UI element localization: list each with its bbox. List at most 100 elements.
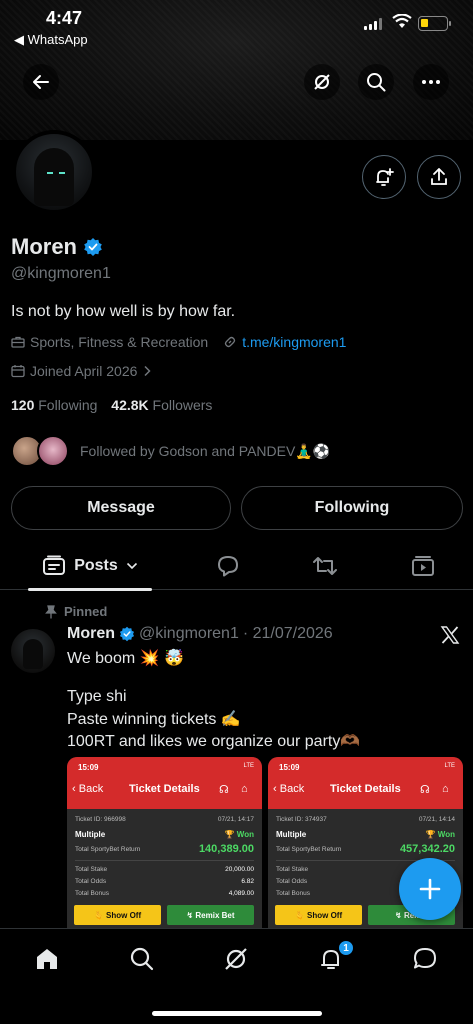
home-indicator (152, 1011, 322, 1016)
ticket-return-value: 140,389.00 (198, 843, 254, 855)
calendar-icon (11, 365, 25, 378)
back-button[interactable] (23, 64, 59, 100)
chevron-down-icon (126, 562, 137, 570)
ticket-time: 15:09 (279, 763, 300, 772)
tab-posts[interactable]: Posts (28, 542, 152, 591)
ticket-remix-button: ↯ Remix Bet (167, 905, 254, 925)
profile-handle: @kingmoren1 (11, 265, 111, 282)
x-logo-icon[interactable] (440, 625, 460, 645)
profile-meta-row: Sports, Fitness & Recreation t.me/kingmo… (11, 334, 346, 350)
ticket-title: Ticket Details (330, 783, 401, 795)
compose-post-button[interactable] (399, 858, 461, 920)
headset-icon: ☊ (219, 784, 229, 796)
follower-avatar (37, 435, 69, 467)
tab-replies[interactable] (206, 542, 250, 590)
ticket-back: ‹ Back (273, 783, 305, 795)
home-icon (37, 949, 57, 969)
ticket-type: Multiple (276, 830, 307, 839)
signal-icon (364, 18, 382, 30)
ticket-network-status: LTE (243, 763, 254, 769)
verified-badge-icon[interactable] (83, 237, 103, 257)
media-icon (412, 556, 434, 576)
profile-bio: Is not by how well is by how far. (11, 303, 236, 320)
post-author-avatar[interactable] (11, 629, 55, 673)
ticket-bonus-label: Total Bonus (276, 890, 310, 897)
profile-joined: Joined April 2026 (30, 363, 138, 379)
ticket-bonus-value: 4,089.00 (228, 890, 254, 897)
bell-plus-icon (376, 168, 394, 186)
home-icon: ⌂ (442, 783, 449, 795)
post-text-line: 100RT and likes we organize our party🫶🏾 (67, 733, 361, 750)
ticket-return-label: Total SportyBet Return (276, 845, 342, 853)
active-tab-indicator (28, 588, 152, 591)
nav-search[interactable] (122, 943, 162, 975)
ticket-odds-value: 6.82 (241, 878, 254, 885)
ticket-title: Ticket Details (129, 783, 200, 795)
search-button[interactable] (358, 64, 394, 100)
more-horizontal-icon (422, 80, 440, 84)
wifi-icon (392, 14, 412, 28)
back-to-whatsapp-link[interactable]: ◀ WhatsApp (14, 32, 88, 48)
post-author-name[interactable]: Moren (67, 625, 115, 643)
profile-avatar[interactable] (12, 130, 96, 214)
ticket-odds-label: Total Odds (276, 878, 308, 885)
post-text-line: Paste winning tickets ✍️ (67, 711, 241, 728)
ticket-result: 🏆 Won (425, 830, 455, 839)
search-icon (367, 73, 386, 92)
ticket-result: 🏆 Won (224, 830, 254, 839)
more-options-button[interactable] (413, 64, 449, 100)
repost-icon (313, 557, 337, 575)
tab-reposts[interactable] (303, 542, 347, 590)
notification-badge: 1 (337, 939, 355, 957)
following-button[interactable]: Following (241, 486, 463, 530)
profile-tabs: Posts (0, 542, 473, 591)
ticket-image[interactable]: 15:09 LTE ‹ Back Ticket Details ☊ ⌂ Tick… (67, 757, 262, 928)
home-icon: ⌂ (241, 783, 248, 795)
share-button[interactable] (417, 155, 461, 199)
grok-icon (314, 74, 330, 90)
followers-stat[interactable]: 42.8K Followers (111, 397, 212, 413)
ticket-time: 15:09 (78, 763, 99, 772)
pinned-indicator: Pinned (45, 604, 107, 619)
tab-media[interactable] (401, 542, 445, 590)
ticket-bonus-label: Total Bonus (75, 890, 109, 897)
ticket-stake-value: 20,000.00 (225, 866, 254, 873)
nav-messages[interactable] (405, 943, 445, 975)
message-button[interactable]: Message (11, 486, 231, 530)
profile-name-text: Moren (11, 234, 77, 259)
nav-home[interactable] (27, 943, 67, 975)
profile-category: Sports, Fitness & Recreation (30, 334, 209, 350)
profile-link[interactable]: t.me/kingmoren1 (242, 334, 346, 350)
follow-stats: 120 Following 42.8K Followers (11, 397, 212, 413)
chat-bubble-icon (414, 948, 436, 969)
bottom-navigation: 1 (0, 928, 473, 1024)
grok-icon (225, 948, 247, 970)
ticket-network-status: LTE (444, 763, 455, 769)
posts-icon (43, 555, 66, 575)
briefcase-icon (11, 336, 25, 348)
followed-by-row[interactable]: Followed by Godson and PANDEV🧘‍♂️⚽ (11, 434, 330, 468)
battery-icon (418, 16, 451, 31)
pin-icon (45, 604, 57, 618)
notifications-subscribe-button[interactable] (362, 155, 406, 199)
ticket-datetime: 07/21, 14:14 (418, 816, 455, 823)
grok-button[interactable] (304, 64, 340, 100)
verified-badge-icon (119, 626, 135, 642)
post-header: Moren @kingmoren1 · 21/07/2026 (67, 625, 333, 643)
ticket-return-label: Total SportyBet Return (75, 845, 141, 853)
post-text-line: Type shi (67, 688, 127, 705)
ticket-datetime: 07/21, 14:17 (217, 816, 254, 823)
plus-icon (419, 878, 441, 900)
share-icon (431, 168, 447, 185)
post-author-handle[interactable]: @kingmoren1 (139, 625, 239, 643)
profile-joined-row[interactable]: Joined April 2026 (11, 363, 152, 379)
pinned-label: Pinned (64, 604, 108, 619)
following-stat[interactable]: 120 Following (11, 397, 97, 413)
ticket-return-value: 457,342.20 (399, 843, 455, 855)
ticket-show-off-button: 🫰 Show Off (275, 905, 362, 925)
search-icon (130, 947, 154, 971)
nav-grok[interactable] (216, 943, 256, 975)
ticket-stake-label: Total Stake (75, 866, 108, 873)
tab-posts-label: Posts (74, 557, 118, 574)
profile-name: Moren (11, 234, 103, 260)
